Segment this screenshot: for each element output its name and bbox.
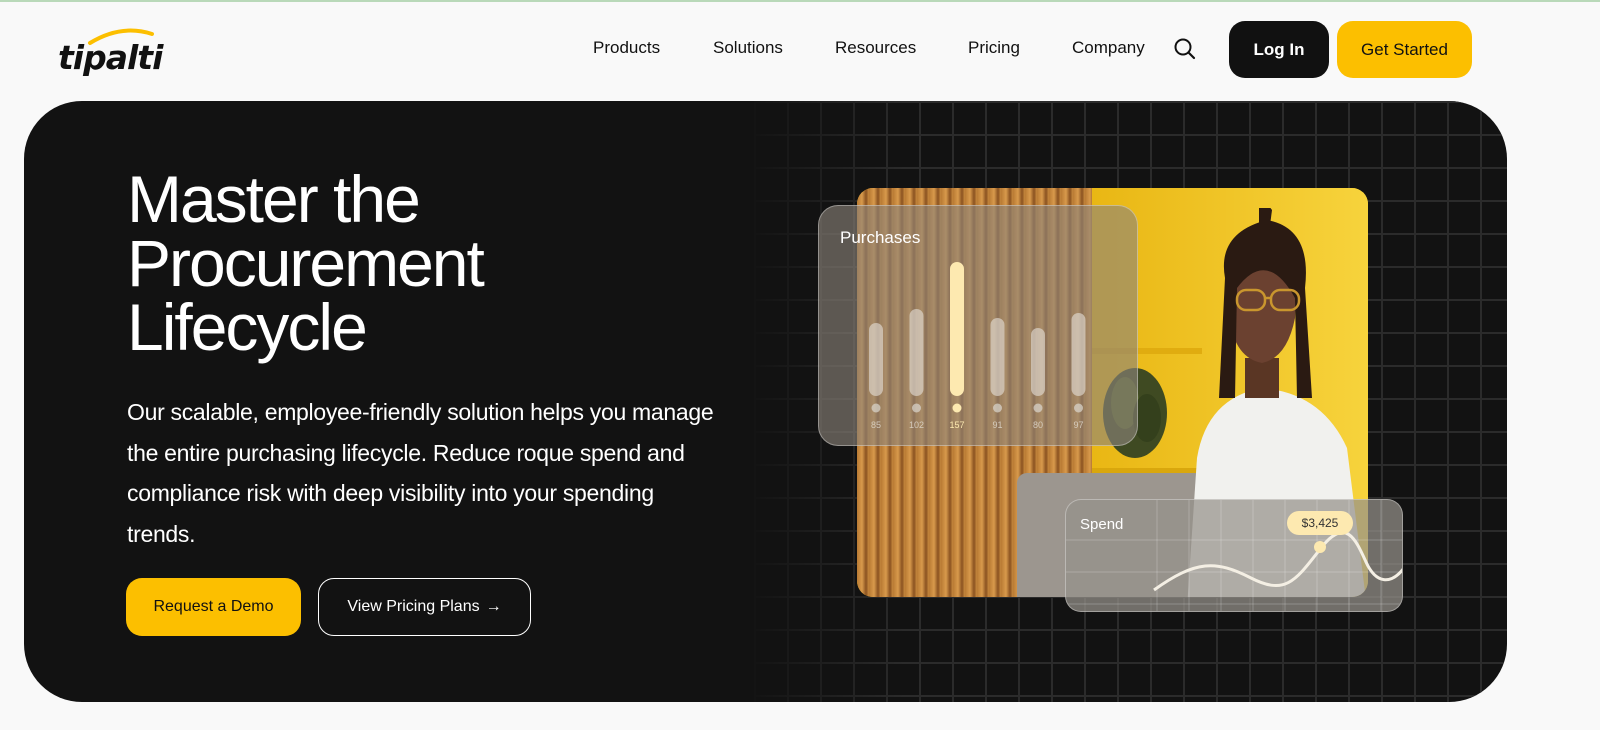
hero-section: Master the Procurement Lifecycle Our sca… (24, 101, 1507, 702)
nav-resources[interactable]: Resources (835, 38, 916, 58)
purchases-bar (950, 262, 964, 396)
purchases-bar-dot (1033, 403, 1043, 413)
view-pricing-button[interactable]: View Pricing Plans → (318, 578, 531, 636)
purchases-bar-label: 157 (949, 420, 964, 430)
purchases-bar (1071, 313, 1086, 396)
purchases-bar-label: 85 (871, 420, 881, 430)
purchases-bar (869, 323, 883, 396)
view-pricing-label: View Pricing Plans (347, 598, 480, 615)
hero-title-line: Master the (127, 162, 421, 236)
hero-description: Our scalable, employee-friendly solution… (127, 399, 714, 547)
purchases-bar (909, 309, 924, 396)
search-icon[interactable] (1172, 36, 1198, 62)
purchases-bar-dot (912, 403, 921, 413)
request-demo-button[interactable]: Request a Demo (126, 578, 301, 636)
purchases-card: Purchases 85 102 157 91 80 97 (818, 205, 1138, 446)
site-header: tipalti Products Solutions Resources Pri… (0, 2, 1600, 100)
purchases-bar-dot (1074, 403, 1083, 413)
logo-wordmark: tipalti (58, 38, 163, 77)
nav-company[interactable]: Company (1072, 38, 1145, 58)
purchases-bar-label: 91 (992, 420, 1002, 430)
purchases-bar-label: 102 (909, 420, 924, 430)
tipalti-logo[interactable]: tipalti (58, 26, 168, 77)
spend-point (1314, 541, 1326, 553)
hero-title-line: Lifecycle (127, 290, 368, 364)
hero-title-line: Procurement (127, 226, 485, 300)
nav-products[interactable]: Products (593, 38, 660, 58)
purchases-bar-dot (993, 403, 1002, 413)
nav-pricing[interactable]: Pricing (968, 38, 1020, 58)
purchases-bar-chart: 85 102 157 91 80 97 (869, 262, 1086, 430)
hero-title: Master the Procurement Lifecycle (127, 162, 727, 364)
purchases-bar-dot (952, 403, 962, 413)
get-started-button[interactable]: Get Started (1337, 21, 1472, 78)
purchases-bar-dot (871, 403, 881, 413)
login-button[interactable]: Log In (1229, 21, 1329, 78)
purchases-bar-label: 97 (1073, 420, 1083, 430)
spend-card: Spend $3,425 (1065, 499, 1403, 612)
spend-value-badge: $3,425 (1287, 511, 1353, 535)
purchases-bar-label: 80 (1033, 420, 1043, 430)
purchases-bar (1031, 328, 1045, 396)
nav-solutions[interactable]: Solutions (713, 38, 783, 58)
spend-title: Spend (1080, 516, 1124, 533)
arrow-right-icon: → (485, 598, 502, 615)
purchases-bar (990, 318, 1005, 396)
